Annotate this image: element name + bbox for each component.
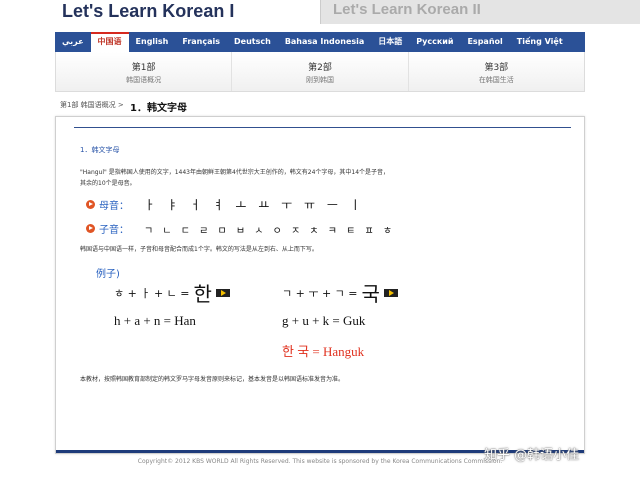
consonants-label: 子音： xyxy=(99,225,129,236)
language-tab[interactable]: Русский xyxy=(409,32,460,52)
part-navigation: 第1部 韩国语概况 第2部 刚到韩国 第3部 在韩国生活 xyxy=(55,52,585,92)
play-audio-icon[interactable] xyxy=(383,288,398,297)
vowels-play-button[interactable]: 母音： xyxy=(86,197,129,212)
top-header: Let's Learn Korean I Let's Learn Korean … xyxy=(0,0,640,32)
romanization-note: 本教材，按照韩国教育部制定的韩文罗马字母发音原则来标记，基本发音是以韩国语标准发… xyxy=(80,376,345,383)
language-tab[interactable]: 日本語 xyxy=(371,32,409,52)
syllable-han: 한 xyxy=(193,282,212,306)
play-circle-icon xyxy=(86,200,95,209)
part-3-number: 第3部 xyxy=(484,63,509,73)
part-3-tab[interactable]: 第3部 在韩国生活 xyxy=(409,52,584,91)
writing-note: 韩国语与中国语一样，子音和母音配合而成1个字。韩文的写法是从左到右、从上而下写。 xyxy=(80,246,318,253)
lesson-content: 1．韩文字母 "Hangul" 是指韩国人使用的文字，1443年由朝鲜王朝第4代… xyxy=(55,116,585,454)
top-divider xyxy=(74,127,571,128)
watermark: 知乎 @韩语小佳 xyxy=(484,448,580,463)
part-1-name: 韩国语概况 xyxy=(126,76,162,84)
intro-text: "Hangul" 是指韩国人使用的文字，1443年由朝鲜王朝第4代世宗大王创作的… xyxy=(80,167,500,189)
page-title: 1．韩文字母 xyxy=(130,103,187,114)
romanization-guk: g + u + k = Guk xyxy=(282,313,366,328)
course-title-2: Let's Learn Korean II xyxy=(333,1,481,18)
play-circle-icon xyxy=(86,224,95,233)
formula-han-parts: ㅎ + ㅏ + ㄴ = xyxy=(114,286,190,300)
syllable-guk: 국 xyxy=(361,282,380,306)
romanization-han: h + a + n = Han xyxy=(114,313,196,328)
language-bar: عربي 中国语 English Français Deutsch Bahasa Indo… xyxy=(55,32,585,52)
language-tab[interactable]: عربي xyxy=(55,32,91,52)
language-tab[interactable]: Français xyxy=(175,32,227,52)
language-tab[interactable]: Deutsch xyxy=(227,32,278,52)
section-title: 1．韩文字母 xyxy=(80,146,120,154)
breadcrumb[interactable]: 第1部 韩国语概况 > xyxy=(60,100,124,110)
play-audio-icon[interactable] xyxy=(215,288,230,297)
consonants-play-button[interactable]: 子音： xyxy=(86,221,129,236)
language-tab[interactable]: 中国语 xyxy=(90,32,129,52)
part-1-tab[interactable]: 第1部 韩国语概况 xyxy=(56,52,233,91)
language-tab[interactable]: Tiếng Việt xyxy=(510,32,570,52)
part-2-name: 刚到韩国 xyxy=(305,76,334,84)
course-tab-2[interactable]: Let's Learn Korean II xyxy=(320,0,640,24)
vowels-label: 母音： xyxy=(99,201,129,212)
language-tab[interactable]: Español xyxy=(460,32,509,52)
formula-guk: ㄱ + ㅜ + ㄱ = 국 xyxy=(282,278,398,307)
vowel-list: ㅏ ㅑ ㅓ ㅕ ㅗ ㅛ ㅜ ㅠ ㅡ ㅣ xyxy=(144,198,365,212)
formula-guk-parts: ㄱ + ㅜ + ㄱ = xyxy=(282,286,358,300)
part-2-number: 第2部 xyxy=(308,63,332,73)
language-tab[interactable]: English xyxy=(129,32,176,52)
course-title-1[interactable]: Let's Learn Korean I xyxy=(62,0,234,22)
part-2-tab[interactable]: 第2部 刚到韩国 xyxy=(232,52,409,91)
formula-han: ㅎ + ㅏ + ㄴ = 한 xyxy=(114,278,230,307)
consonant-list: ㄱ ㄴ ㄷ ㄹ ㅁ ㅂ ㅅ ㅇ ㅈ ㅊ ㅋ ㅌ ㅍ ㅎ xyxy=(144,226,396,237)
language-tab[interactable]: Bahasa Indonesia xyxy=(278,32,371,52)
hanguk-result: 한 국 = Hanguk xyxy=(282,344,365,359)
part-3-name: 在韩国生活 xyxy=(478,76,514,84)
intro-line-1: "Hangul" 是指韩国人使用的文字，1443年由朝鲜王朝第4代世宗大王创作的… xyxy=(80,169,390,176)
part-1-number: 第1部 xyxy=(131,63,156,73)
intro-line-2: 其余的10个是母音。 xyxy=(80,180,136,187)
